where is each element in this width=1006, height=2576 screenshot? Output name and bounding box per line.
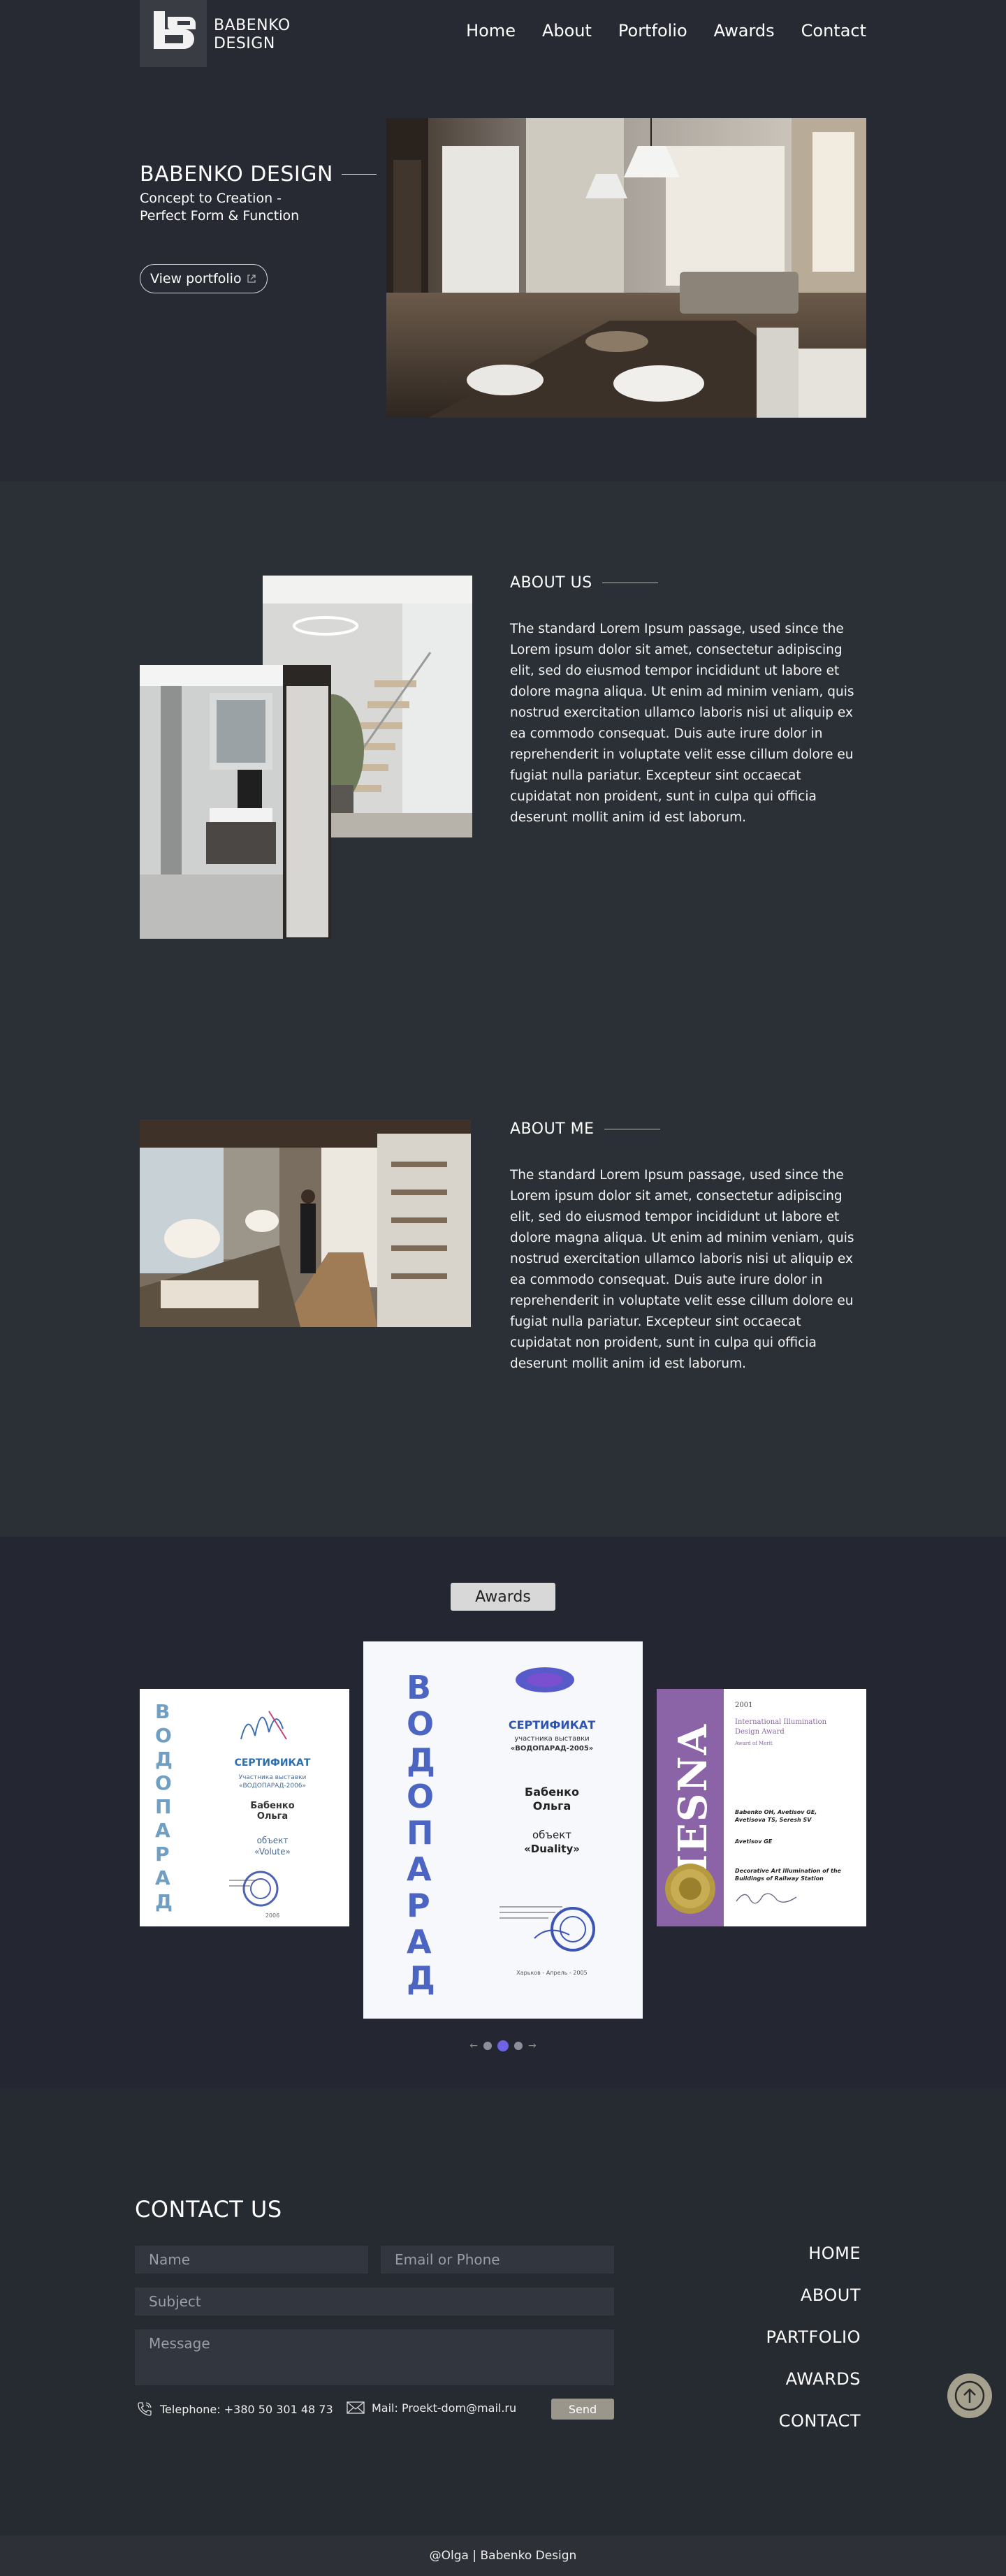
about-us-heading-row: ABOUT US bbox=[510, 574, 658, 592]
stamp-icon bbox=[229, 1871, 279, 1907]
view-portfolio-label: View portfolio bbox=[150, 271, 242, 286]
certificate-center-footer: Харьков - Апрель - 2005 bbox=[516, 1970, 588, 1976]
carousel-dot-3[interactable] bbox=[514, 2042, 523, 2050]
certificate-center-name1: Бабенко bbox=[525, 1785, 579, 1799]
signature-icon bbox=[736, 1893, 797, 1904]
medal-icon bbox=[665, 1864, 715, 1914]
certificate-left-object-name: «Volute» bbox=[254, 1847, 291, 1857]
nav-about[interactable]: About bbox=[542, 21, 592, 41]
scroll-to-top-button[interactable] bbox=[947, 2373, 992, 2418]
certificate-left-year: 2006 bbox=[265, 1912, 280, 1919]
contact-heading: CONTACT US bbox=[135, 2196, 282, 2223]
about-me-heading: ABOUT ME bbox=[510, 1120, 595, 1138]
hero-subtitle: Concept to Creation - Perfect Form & Fun… bbox=[140, 191, 300, 224]
about-me-heading-row: ABOUT ME bbox=[510, 1120, 660, 1138]
certificate-right-side-word: IESNA bbox=[670, 1723, 716, 1873]
phone-icon bbox=[138, 2402, 152, 2416]
telephone-info: Telephone: +380 50 301 48 73 bbox=[136, 2401, 333, 2417]
awards-heading: Awards bbox=[451, 1583, 555, 1611]
carousel-dot-1[interactable] bbox=[483, 2042, 492, 2050]
hero-interior-photo bbox=[386, 118, 866, 418]
footer-nav-contact[interactable]: CONTACT bbox=[766, 2400, 861, 2442]
hero-section: BABENKO DESIGN Home About Portfolio Awar… bbox=[0, 0, 1006, 482]
certificate-right-title2: Design Award bbox=[735, 1728, 785, 1736]
main-nav: Home About Portfolio Awards Contact bbox=[466, 21, 866, 41]
carousel-next-button[interactable]: → bbox=[528, 2040, 537, 2051]
certificate-left-line2: «ВОДОПАРАД-2006» bbox=[238, 1783, 307, 1790]
certificate-center-object-name: «Duality» bbox=[524, 1843, 580, 1855]
brand-name-line1: BABENKO bbox=[214, 17, 291, 34]
about-us-heading: ABOUT US bbox=[510, 574, 592, 592]
about-us-text: The standard Lorem Ipsum passage, used s… bbox=[510, 622, 854, 825]
certificate-right[interactable]: IESNA 2001 International Illumination De… bbox=[657, 1689, 866, 1926]
telephone-text: Telephone: +380 50 301 48 73 bbox=[160, 2402, 333, 2416]
certificate-left-line1: Участника выставки bbox=[238, 1774, 307, 1781]
logo-mark-icon bbox=[150, 8, 197, 57]
footer-nav: HOME ABOUT PARTFOLIO AWARDS CONTACT bbox=[766, 2232, 861, 2442]
page: BABENKO DESIGN Home About Portfolio Awar… bbox=[0, 0, 1006, 2576]
exhibition-logo-icon bbox=[516, 1667, 574, 1692]
certificate-center-line2: «ВОДОПАРАД-2005» bbox=[510, 1745, 594, 1752]
certificate-right-title1: International Illumination bbox=[735, 1718, 827, 1726]
footer: @Olga | Babenko Design bbox=[0, 2535, 1006, 2576]
stamp-icon bbox=[500, 1906, 595, 1952]
carousel-prev-button[interactable]: ← bbox=[469, 2040, 478, 2051]
bathroom-photo bbox=[140, 665, 331, 939]
certificate-right-year: 2001 bbox=[735, 1702, 753, 1709]
awards-carousel-controls: ← → bbox=[461, 2038, 545, 2054]
nav-awards[interactable]: Awards bbox=[714, 21, 775, 41]
hero-title-divider bbox=[341, 174, 377, 175]
send-button[interactable]: Send bbox=[551, 2399, 614, 2420]
logo[interactable] bbox=[140, 0, 207, 67]
certificate-center-line1: участника выставки bbox=[514, 1735, 590, 1743]
nav-portfolio[interactable]: Portfolio bbox=[618, 21, 687, 41]
about-me-text: The standard Lorem Ipsum passage, used s… bbox=[510, 1168, 854, 1371]
subject-input[interactable] bbox=[135, 2288, 614, 2315]
mail-text: Mail: Proekt-dom@mail.ru bbox=[372, 2401, 517, 2415]
certificate-left-object-label: объект bbox=[256, 1836, 289, 1845]
certificate-center-object-label: объект bbox=[532, 1829, 572, 1841]
footer-nav-awards[interactable]: AWARDS bbox=[766, 2358, 861, 2400]
certificate-right-recipients1: Babenko OH, Avetisov GE, bbox=[735, 1809, 817, 1815]
certificate-left[interactable]: ВОДОПАРАД СЕРТИФИКАТ Участника выставки … bbox=[140, 1689, 349, 1926]
brand-name: BABENKO DESIGN bbox=[214, 17, 291, 53]
certificate-center-title: СЕРТИФИКАТ bbox=[508, 1718, 596, 1732]
arrow-up-circle-icon bbox=[954, 2380, 985, 2411]
brand-name-line2: DESIGN bbox=[214, 35, 275, 52]
hero-title-row: BABENKO DESIGN bbox=[140, 162, 377, 186]
certificate-right-project2: Buildings of Railway Station bbox=[735, 1875, 824, 1882]
mail-info: Mail: Proekt-dom@mail.ru bbox=[347, 2401, 516, 2415]
certificate-right-project1: Decorative Art Illumination of the bbox=[735, 1868, 841, 1874]
certificate-center-name2: Ольга bbox=[532, 1799, 571, 1813]
signature-mark-icon bbox=[240, 1711, 287, 1740]
nav-contact[interactable]: Contact bbox=[801, 21, 866, 41]
message-input[interactable] bbox=[135, 2329, 614, 2385]
certificate-right-recipients2: Avetisova TS, Seresh SV bbox=[735, 1817, 812, 1823]
certificate-right-subtitle: Award of Merit bbox=[735, 1741, 773, 1746]
nav-home[interactable]: Home bbox=[466, 21, 516, 41]
email-phone-input[interactable] bbox=[381, 2246, 614, 2274]
certificate-center[interactable]: ВОДОПАРАД СЕРТИФИКАТ участника выставки … bbox=[363, 1641, 643, 2019]
hero-title: BABENKO DESIGN bbox=[140, 162, 333, 186]
certificate-center-vertical-word: ВОДОПАРАД bbox=[407, 1669, 435, 1997]
certificate-left-name: Бабенко Ольга bbox=[250, 1801, 295, 1822]
footer-nav-about[interactable]: ABOUT bbox=[766, 2274, 861, 2316]
name-input[interactable] bbox=[135, 2246, 368, 2274]
view-portfolio-button[interactable]: View portfolio bbox=[140, 264, 268, 293]
certificate-right-designer: Avetisov GE bbox=[735, 1838, 773, 1845]
certificate-left-vertical-word: ВОДОПАРАД bbox=[155, 1700, 173, 1913]
about-me-photo bbox=[140, 1120, 471, 1327]
certificate-left-title: СЕРТИФИКАТ bbox=[234, 1757, 311, 1769]
footer-copyright: @Olga | Babenko Design bbox=[429, 2549, 577, 2563]
carousel-dot-2[interactable] bbox=[497, 2040, 509, 2051]
footer-nav-home[interactable]: HOME bbox=[766, 2232, 861, 2274]
mail-icon bbox=[347, 2401, 365, 2414]
external-link-icon bbox=[247, 275, 256, 283]
footer-nav-portfolio[interactable]: PARTFOLIO bbox=[766, 2316, 861, 2358]
